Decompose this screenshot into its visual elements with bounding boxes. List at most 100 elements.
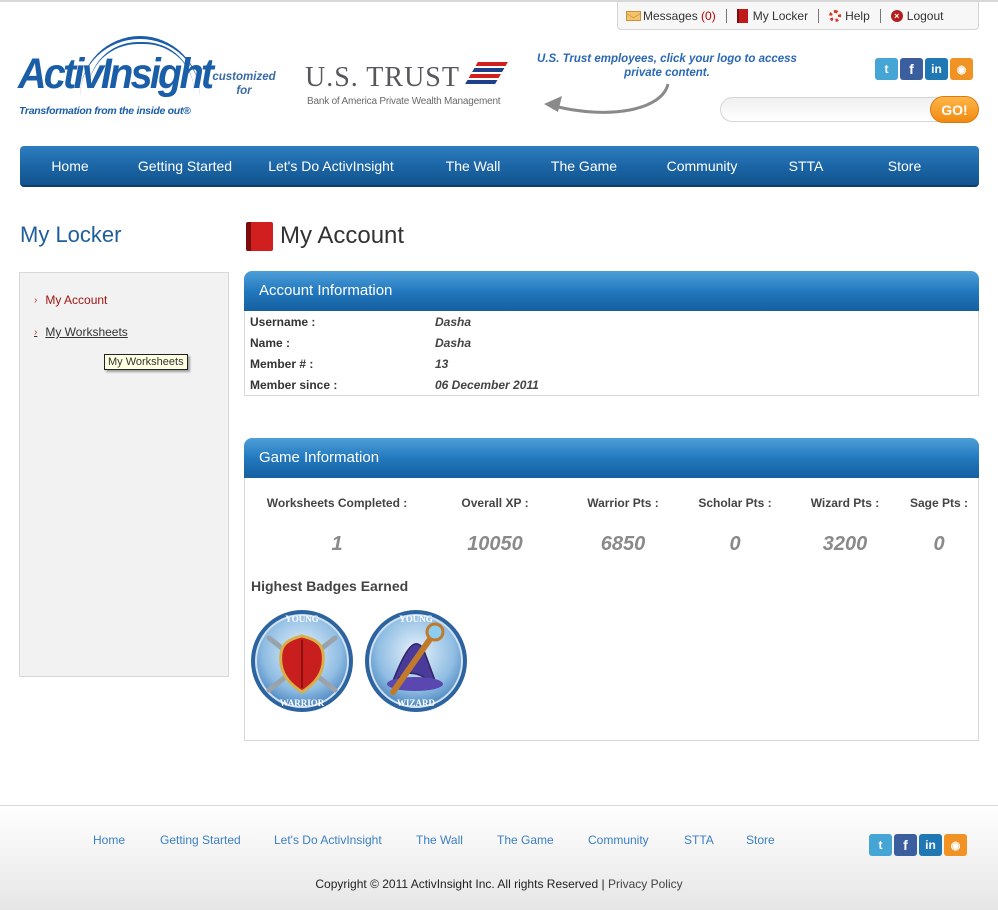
- member-number-label: Member # :: [250, 357, 314, 371]
- name-label: Name :: [250, 336, 291, 350]
- us-trust-name: U.S. TRUST: [305, 62, 460, 93]
- chevron-right-icon: ›: [34, 326, 38, 338]
- envelope-icon: [626, 10, 641, 21]
- nav-lets-do-activinsight[interactable]: Let's Do ActivInsight: [250, 146, 412, 185]
- badges-title: Highest Badges Earned: [251, 578, 409, 594]
- go-button[interactable]: GO!: [930, 96, 979, 123]
- nav-the-game[interactable]: The Game: [534, 146, 634, 185]
- help-label: Help: [845, 8, 870, 23]
- lifebuoy-icon: [829, 9, 842, 22]
- footer-link-home[interactable]: Home: [93, 833, 160, 847]
- chevron-right-icon: ›: [34, 294, 38, 306]
- footer-link-getting-started[interactable]: Getting Started: [160, 833, 274, 847]
- book-icon: [736, 8, 748, 23]
- footer-link-the-wall[interactable]: The Wall: [416, 833, 497, 847]
- page-title: My Account: [280, 222, 405, 249]
- search-box: GO!: [720, 96, 979, 124]
- scholar-pts-value: 0: [729, 533, 741, 555]
- activinsight-logo[interactable]: ActivInsight Transformation from the ins…: [18, 36, 214, 120]
- logout-link[interactable]: × Logout: [890, 8, 944, 23]
- nav-home[interactable]: Home: [20, 146, 120, 185]
- copyright-text: Copyright © 2011 ActivInsight Inc. All r…: [315, 877, 605, 891]
- search-input[interactable]: [720, 97, 940, 122]
- nav-stta[interactable]: STTA: [770, 146, 842, 185]
- rss-icon[interactable]: ◉: [944, 834, 967, 856]
- sidebar-item-label: My Account: [45, 293, 108, 307]
- flag-icon: [465, 62, 508, 84]
- sidebar-item-label: My Worksheets: [45, 325, 128, 339]
- member-since-label: Member since :: [250, 378, 338, 392]
- sidebar-title: My Locker: [20, 222, 122, 247]
- warrior-pts-value: 6850: [600, 533, 646, 555]
- social-links: t f in ◉: [875, 58, 973, 80]
- logo-tagline: Transformation from the inside out®: [19, 105, 191, 117]
- username-label: Username :: [250, 315, 316, 329]
- worksheets-completed-label: Worksheets Completed :: [266, 496, 408, 510]
- us-trust-subtitle: Bank of America Private Wealth Managemen…: [307, 96, 501, 107]
- sidebar-item-my-worksheets[interactable]: › My Worksheets: [34, 325, 128, 339]
- twitter-icon[interactable]: t: [875, 58, 898, 80]
- overall-xp-value: 10050: [467, 533, 523, 555]
- footer-link-lets-do-activinsight[interactable]: Let's Do ActivInsight: [274, 833, 416, 847]
- nav-community[interactable]: Community: [634, 146, 770, 185]
- game-panel-header: Game Information: [244, 438, 979, 478]
- customized-for-text: customized for: [212, 71, 276, 97]
- messages-link[interactable]: Messages (0): [626, 9, 716, 23]
- copyright: Copyright © 2011 ActivInsight Inc. All r…: [0, 877, 998, 891]
- twitter-icon[interactable]: t: [869, 834, 892, 856]
- nav-the-wall[interactable]: The Wall: [412, 146, 534, 185]
- overall-xp-label: Overall XP :: [461, 496, 529, 510]
- name-value: Dasha: [435, 336, 472, 350]
- tooltip: My Worksheets: [104, 354, 188, 370]
- privacy-policy-link[interactable]: Privacy Policy: [608, 877, 683, 891]
- us-trust-logo[interactable]: U.S. TRUST Bank of America Private Wealt…: [305, 60, 520, 112]
- rss-icon[interactable]: ◉: [950, 58, 973, 80]
- footer-link-the-game[interactable]: The Game: [497, 833, 588, 847]
- wizard-pts-value: 3200: [822, 533, 868, 555]
- warrior-pts-label: Warrior Pts :: [587, 496, 659, 510]
- divider: [879, 8, 881, 23]
- sidebar-item-my-account[interactable]: › My Account: [34, 293, 107, 307]
- badge-top-text: YOUNG: [399, 614, 433, 624]
- main-nav: Home Getting Started Let's Do ActivInsig…: [20, 146, 979, 187]
- my-locker-link[interactable]: My Locker: [736, 8, 809, 23]
- facebook-icon[interactable]: f: [900, 58, 923, 80]
- badge-top-text: YOUNG: [285, 614, 319, 624]
- member-number-value: 13: [435, 357, 449, 371]
- logo-text: ActivInsight: [18, 50, 214, 98]
- nav-getting-started[interactable]: Getting Started: [120, 146, 250, 185]
- help-link[interactable]: Help: [829, 9, 870, 23]
- sidebar: › My Account › My Worksheets: [19, 272, 229, 677]
- sage-pts-label: Sage Pts :: [909, 496, 969, 510]
- utility-bar: Messages (0) My Locker Help × Logout: [617, 2, 979, 30]
- wizard-pts-label: Wizard Pts :: [810, 496, 880, 510]
- messages-count: (0): [701, 8, 716, 23]
- trust-note: U.S. Trust employees, click your logo to…: [537, 53, 797, 79]
- my-locker-label: My Locker: [752, 8, 809, 23]
- footer-link-community[interactable]: Community: [588, 833, 684, 847]
- book-icon: [246, 222, 273, 251]
- scholar-pts-label: Scholar Pts :: [698, 496, 772, 510]
- account-panel: Username : Dasha Name : Dasha Member # :…: [244, 311, 979, 396]
- footer-link-store[interactable]: Store: [746, 833, 786, 847]
- account-panel-header: Account Information: [244, 271, 979, 311]
- logout-label: Logout: [906, 8, 944, 23]
- username-value: Dasha: [435, 315, 472, 329]
- worksheets-completed-value: 1: [331, 533, 343, 555]
- young-warrior-badge: YOUNG WARRIOR: [251, 610, 353, 712]
- facebook-icon[interactable]: f: [894, 834, 917, 856]
- footer: Home Getting Started Let's Do ActivInsig…: [0, 805, 998, 910]
- badge-bottom-text: WIZARD: [397, 698, 436, 708]
- linkedin-icon[interactable]: in: [925, 58, 948, 80]
- divider: [818, 8, 820, 23]
- young-wizard-badge: YOUNG WIZARD: [365, 610, 467, 712]
- messages-label: Messages: [643, 8, 698, 23]
- close-icon: ×: [890, 9, 903, 22]
- linkedin-icon[interactable]: in: [919, 834, 942, 856]
- footer-link-stta[interactable]: STTA: [684, 833, 746, 847]
- curved-arrow-icon: [544, 83, 670, 114]
- footer-nav: Home Getting Started Let's Do ActivInsig…: [93, 833, 786, 847]
- badge-bottom-text: WARRIOR: [280, 698, 325, 708]
- nav-store[interactable]: Store: [842, 146, 967, 185]
- divider: [725, 8, 727, 23]
